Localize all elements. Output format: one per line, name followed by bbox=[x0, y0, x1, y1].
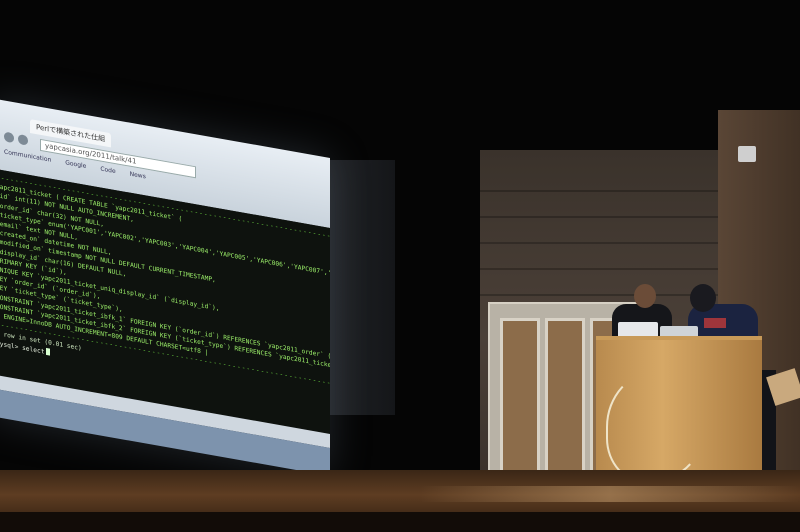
stage-edge bbox=[0, 512, 800, 532]
cabinet-door bbox=[500, 318, 540, 478]
shirt-logo bbox=[704, 318, 726, 328]
conference-stage-photo: Perlで構築された仕組 yapcasia.org/2011/talk/41 C… bbox=[0, 0, 800, 532]
back-icon bbox=[4, 131, 14, 144]
floor-reflection bbox=[420, 486, 800, 502]
cursor-icon bbox=[46, 348, 51, 356]
bookmark-item: Google bbox=[65, 159, 87, 170]
bookmark-item: News bbox=[129, 170, 146, 181]
presenter-left-head bbox=[634, 284, 656, 308]
wall-speaker bbox=[738, 146, 756, 162]
forward-icon bbox=[18, 133, 28, 146]
presenter-right-head bbox=[690, 284, 716, 312]
projected-screen: Perlで構築された仕組 yapcasia.org/2011/talk/41 C… bbox=[0, 98, 330, 476]
cabinet-door bbox=[545, 318, 585, 478]
bookmark-item: Code bbox=[100, 165, 116, 176]
